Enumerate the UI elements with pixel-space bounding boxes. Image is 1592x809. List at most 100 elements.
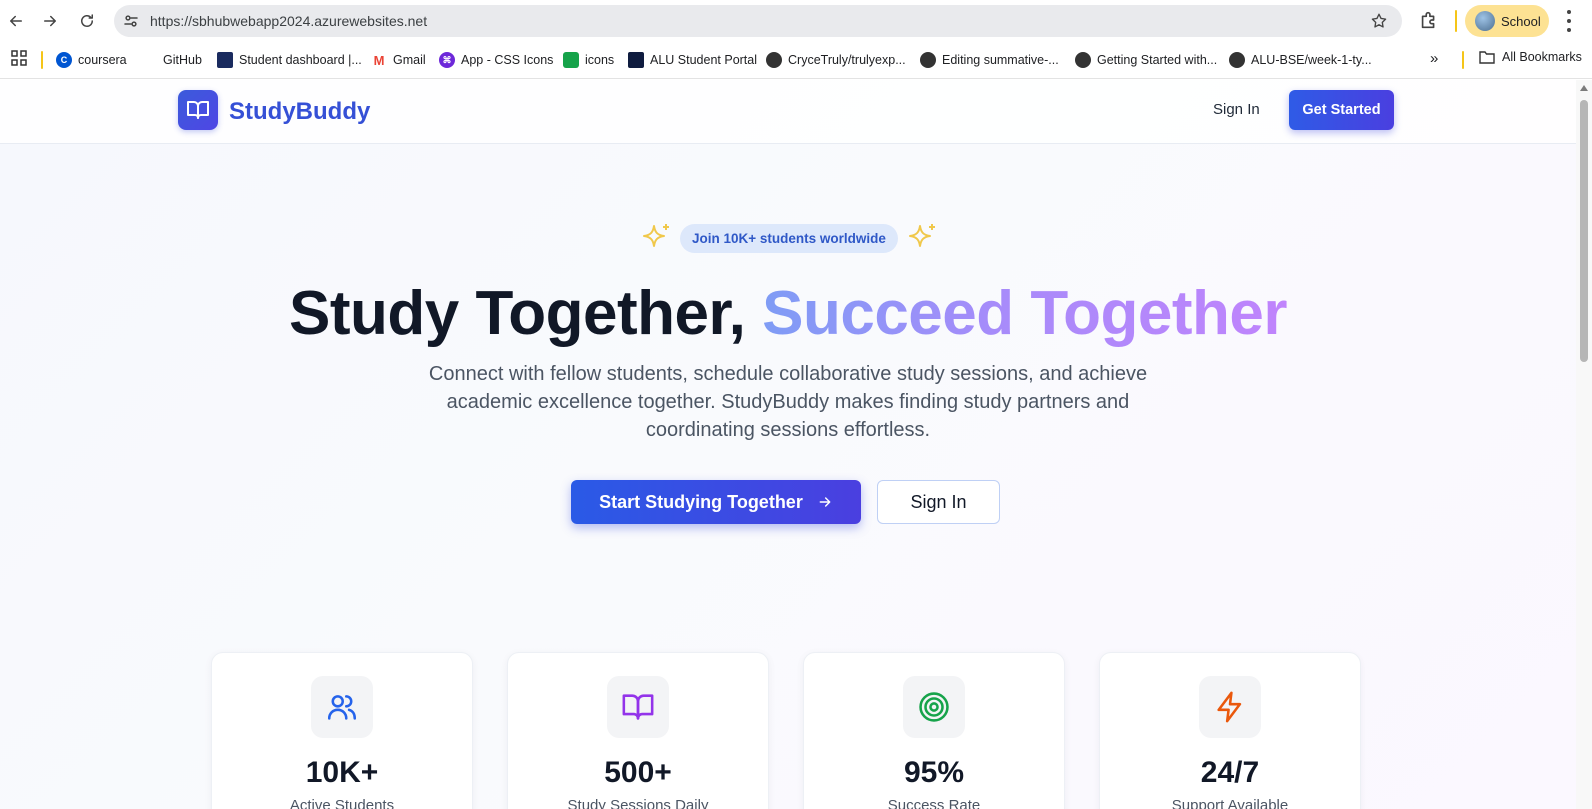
stat-label: Support Available <box>1171 797 1289 809</box>
get-started-button[interactable]: Get Started <box>1289 90 1394 130</box>
stat-card-students: 10K+ Active Students <box>211 652 473 809</box>
bookmark-getting-started[interactable]: Getting Started with... <box>1075 50 1217 70</box>
start-studying-button[interactable]: Start Studying Together <box>571 480 861 524</box>
hero-title-plain: Study Together, <box>289 279 763 348</box>
bookmark-icons[interactable]: icons <box>563 50 614 70</box>
zap-icon <box>1217 691 1242 723</box>
bookmark-coursera[interactable]: C coursera <box>56 50 127 70</box>
bookmark-label: GitHub <box>163 53 202 67</box>
coursera-icon: C <box>56 52 72 68</box>
page-viewport: StudyBuddy Sign In Get Started Join 10K+… <box>0 80 1576 809</box>
forward-button[interactable] <box>37 8 63 34</box>
browser-toolbar: https://sbhubwebapp2024.azurewebsites.ne… <box>0 0 1592 41</box>
hero-badge-row: Join 10K+ students worldwide <box>640 222 938 254</box>
arrow-right-icon <box>44 15 56 27</box>
bookmarks-divider <box>41 51 43 69</box>
bookmark-gmail[interactable]: M Gmail <box>371 50 426 70</box>
bookmark-editing-summative[interactable]: Editing summative-... <box>920 50 1059 70</box>
stat-card-success: 95% Success Rate <box>803 652 1065 809</box>
hero-title-gradient: Succeed Together <box>762 279 1287 348</box>
scrollbar-thumb[interactable] <box>1580 100 1588 362</box>
book-open-icon <box>622 694 654 720</box>
alu-icon <box>628 52 644 68</box>
stat-icon-box <box>1199 676 1261 738</box>
globe-icon <box>920 52 936 68</box>
scroll-up-icon[interactable] <box>1580 85 1588 91</box>
bookmarks-divider <box>1462 51 1464 69</box>
bookmark-label: Student dashboard |... <box>239 53 362 67</box>
bookmark-label: App - CSS Icons <box>461 53 554 67</box>
stat-value: 24/7 <box>1200 756 1260 789</box>
browser-menu-icon[interactable] <box>1566 10 1572 32</box>
stat-card-support: 24/7 Support Available <box>1099 652 1361 809</box>
css-icons-icon: ⌘ <box>439 52 455 68</box>
globe-icon <box>1075 52 1091 68</box>
stat-icon-box <box>311 676 373 738</box>
all-bookmarks-button[interactable]: All Bookmarks <box>1479 50 1582 64</box>
site-header: StudyBuddy Sign In Get Started <box>0 80 1576 144</box>
bookmark-label: CryceTruly/trulyexp... <box>788 53 906 67</box>
bookmark-label: Gmail <box>393 53 426 67</box>
target-icon <box>919 692 949 722</box>
sparkles-icon <box>643 224 669 247</box>
bookmark-css-icons[interactable]: ⌘ App - CSS Icons <box>439 50 553 70</box>
bookmark-label: coursera <box>78 53 127 67</box>
stat-icon-box <box>903 676 965 738</box>
stat-label: Study Sessions Daily <box>567 797 709 809</box>
back-button[interactable] <box>3 8 29 34</box>
profile-button[interactable]: School <box>1465 5 1549 37</box>
hero-sign-in-button[interactable]: Sign In <box>877 480 1000 524</box>
gmail-icon: M <box>373 52 385 68</box>
avatar <box>1475 11 1495 31</box>
hero-subtitle: Connect with fellow students, schedule c… <box>428 363 1148 441</box>
address-bar[interactable]: https://sbhubwebapp2024.azurewebsites.ne… <box>114 5 1402 37</box>
icons-icon <box>563 52 579 68</box>
github-icon <box>141 52 157 68</box>
bookmark-label: ALU Student Portal <box>650 53 758 67</box>
stat-value: 500+ <box>604 756 672 789</box>
stat-value: 95% <box>903 756 965 789</box>
arrow-left-icon <box>10 15 22 27</box>
profile-label: School <box>1501 13 1541 29</box>
logo[interactable] <box>178 90 218 130</box>
more-bookmarks-button[interactable]: » <box>1430 50 1438 67</box>
bookmark-student-dashboard[interactable]: Student dashboard |... <box>217 50 362 70</box>
folder-icon <box>1479 51 1495 64</box>
stat-label: Active Students <box>289 797 395 809</box>
bookmark-alu-portal[interactable]: ALU Student Portal <box>628 50 757 70</box>
hero-title: Study Together, Succeed Together <box>0 278 1576 349</box>
url-text[interactable]: https://sbhubwebapp2024.azurewebsites.ne… <box>150 13 427 29</box>
bookmark-label: ALU-BSE/week-1-ty... <box>1251 53 1372 67</box>
dashboard-icon <box>217 52 233 68</box>
globe-icon <box>766 52 782 68</box>
stat-card-sessions: 500+ Study Sessions Daily <box>507 652 769 809</box>
stat-value: 10K+ <box>305 756 379 789</box>
book-open-icon <box>187 101 209 119</box>
brand-name[interactable]: StudyBuddy <box>229 98 370 126</box>
reload-button[interactable] <box>74 8 100 34</box>
bookmark-star-icon[interactable] <box>1370 12 1388 30</box>
stat-icon-box <box>607 676 669 738</box>
bookmark-label: Editing summative-... <box>942 53 1059 67</box>
extensions-icon[interactable] <box>1418 9 1440 31</box>
reload-icon <box>81 14 93 27</box>
users-icon <box>327 695 357 720</box>
page-scrollbar[interactable] <box>1576 80 1592 809</box>
stat-label: Success Rate <box>887 797 981 809</box>
start-studying-label: Start Studying Together <box>599 491 803 512</box>
sparkles-icon <box>908 224 935 247</box>
header-sign-in-link[interactable]: Sign In <box>1213 101 1260 118</box>
bookmark-github[interactable]: GitHub <box>141 50 202 70</box>
students-badge: Join 10K+ students worldwide <box>680 223 898 253</box>
arrow-right-icon <box>819 497 831 507</box>
bookmark-trulyexp[interactable]: CryceTruly/trulyexp... <box>766 50 906 70</box>
bookmarks-bar: C coursera GitHub Student dashboard |...… <box>0 41 1592 79</box>
globe-icon <box>1229 52 1245 68</box>
bookmark-alu-bse[interactable]: ALU-BSE/week-1-ty... <box>1229 50 1372 70</box>
toolbar-divider <box>1455 10 1457 32</box>
bookmark-label: icons <box>585 53 615 67</box>
all-bookmarks-label: All Bookmarks <box>1502 50 1582 64</box>
site-info-icon[interactable] <box>122 12 140 30</box>
bookmark-label: Getting Started with... <box>1097 53 1218 67</box>
apps-grid-icon[interactable] <box>11 50 27 66</box>
